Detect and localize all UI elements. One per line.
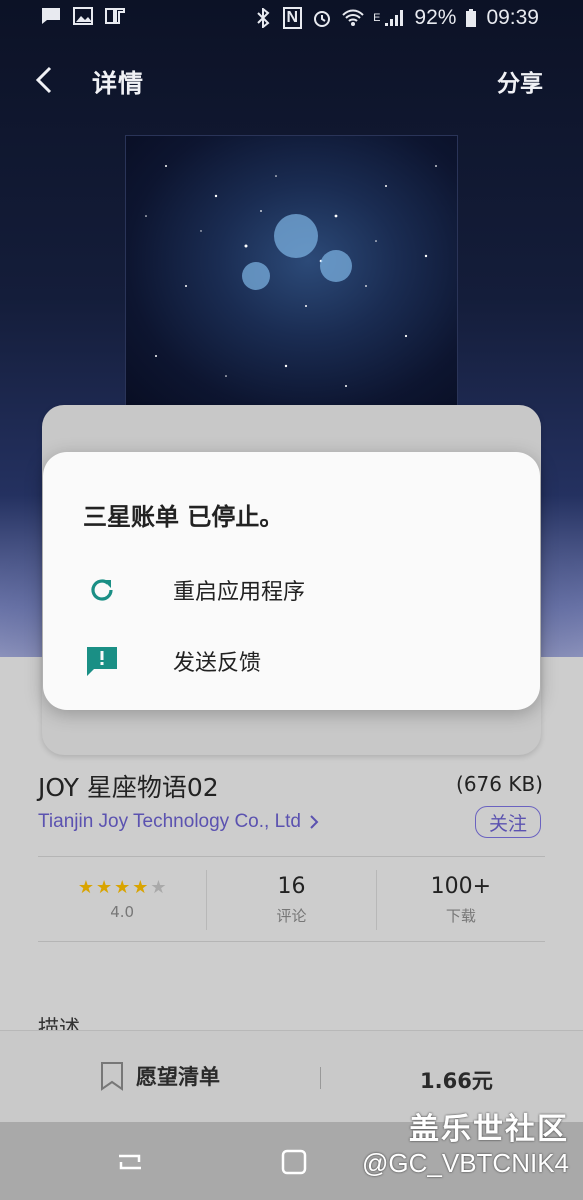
battery-icon <box>466 9 477 27</box>
send-feedback-label: 发送反馈 <box>173 651 262 676</box>
star-icon: ★ <box>77 877 94 898</box>
battery-percent: 92% <box>414 6 457 29</box>
network-type-label: E <box>373 12 381 24</box>
downloads-stat: 100+ 下载 <box>377 858 545 942</box>
message-icon <box>42 8 60 24</box>
wishlist-button[interactable]: 愿望清单 <box>100 1061 220 1091</box>
buy-divider <box>320 1067 321 1089</box>
follow-button[interactable]: 关注 <box>475 806 541 838</box>
rating-stars: ★ ★ ★ ★ ★ <box>78 879 167 897</box>
home-button[interactable] <box>280 1148 308 1176</box>
page-title: 详情 <box>92 69 145 98</box>
stats-row: ★ ★ ★ ★ ★ 4.0 16 评论 100+ 下载 <box>38 858 545 942</box>
developer-name: Tianjin Joy Technology Co., Ltd <box>38 811 301 832</box>
watermark-title: 盖乐世社区 <box>409 1112 569 1147</box>
reviews-count: 16 <box>277 874 306 899</box>
star-empty-icon: ★ <box>150 877 167 898</box>
recent-apps-button[interactable] <box>115 1148 145 1176</box>
chevron-right-icon <box>310 815 319 829</box>
app-notification-icon <box>105 8 125 24</box>
bluetooth-icon <box>256 8 269 28</box>
rating-value: 4.0 <box>110 903 135 921</box>
status-bar: N E 92% 09:39 <box>0 0 583 40</box>
back-button[interactable] <box>28 62 64 98</box>
nfc-icon: N <box>282 7 303 29</box>
divider-bottom <box>38 941 545 942</box>
share-button[interactable]: 分享 <box>497 64 543 98</box>
send-feedback-option[interactable]: 发送反馈 <box>43 629 540 693</box>
star-icon: ★ <box>95 877 113 898</box>
theme-preview-image[interactable] <box>125 135 458 415</box>
wishlist-label: 愿望清单 <box>136 1065 220 1089</box>
divider-top <box>38 856 545 857</box>
downloads-count: 100+ <box>430 874 492 899</box>
app-stopped-dialog: 三星账单 已停止。 重启应用程序 发送反馈 <box>43 452 540 710</box>
star-icon: ★ <box>114 877 131 898</box>
watermark-user: @GC_VBTCNIK4 <box>362 1148 569 1178</box>
clock: 09:39 <box>486 6 539 29</box>
alarm-icon <box>314 11 331 27</box>
app-name: JOY 星座物语02 <box>38 773 219 802</box>
developer-link[interactable]: Tianjin Joy Technology Co., Ltd <box>38 811 319 833</box>
signal-icon <box>385 10 404 26</box>
rating-stat: ★ ★ ★ ★ ★ 4.0 <box>38 858 206 942</box>
gallery-icon <box>73 7 93 25</box>
starfield-graphic <box>145 165 437 387</box>
star-icon: ★ <box>132 877 149 898</box>
app-size: (676 KB) <box>456 772 543 796</box>
restart-app-option[interactable]: 重启应用程序 <box>43 558 540 622</box>
bookmark-icon <box>101 1062 123 1091</box>
reviews-label: 评论 <box>276 907 307 925</box>
reviews-stat[interactable]: 16 评论 <box>207 858 375 942</box>
restart-app-label: 重启应用程序 <box>173 580 306 605</box>
price-button[interactable]: 1.66元 <box>420 1065 493 1095</box>
app-bar: 详情 分享 <box>0 52 583 108</box>
dialog-title: 三星账单 已停止。 <box>83 503 284 531</box>
wifi-icon <box>342 9 364 26</box>
restart-icon <box>91 579 113 601</box>
feedback-icon <box>87 647 117 676</box>
downloads-label: 下载 <box>445 907 476 925</box>
